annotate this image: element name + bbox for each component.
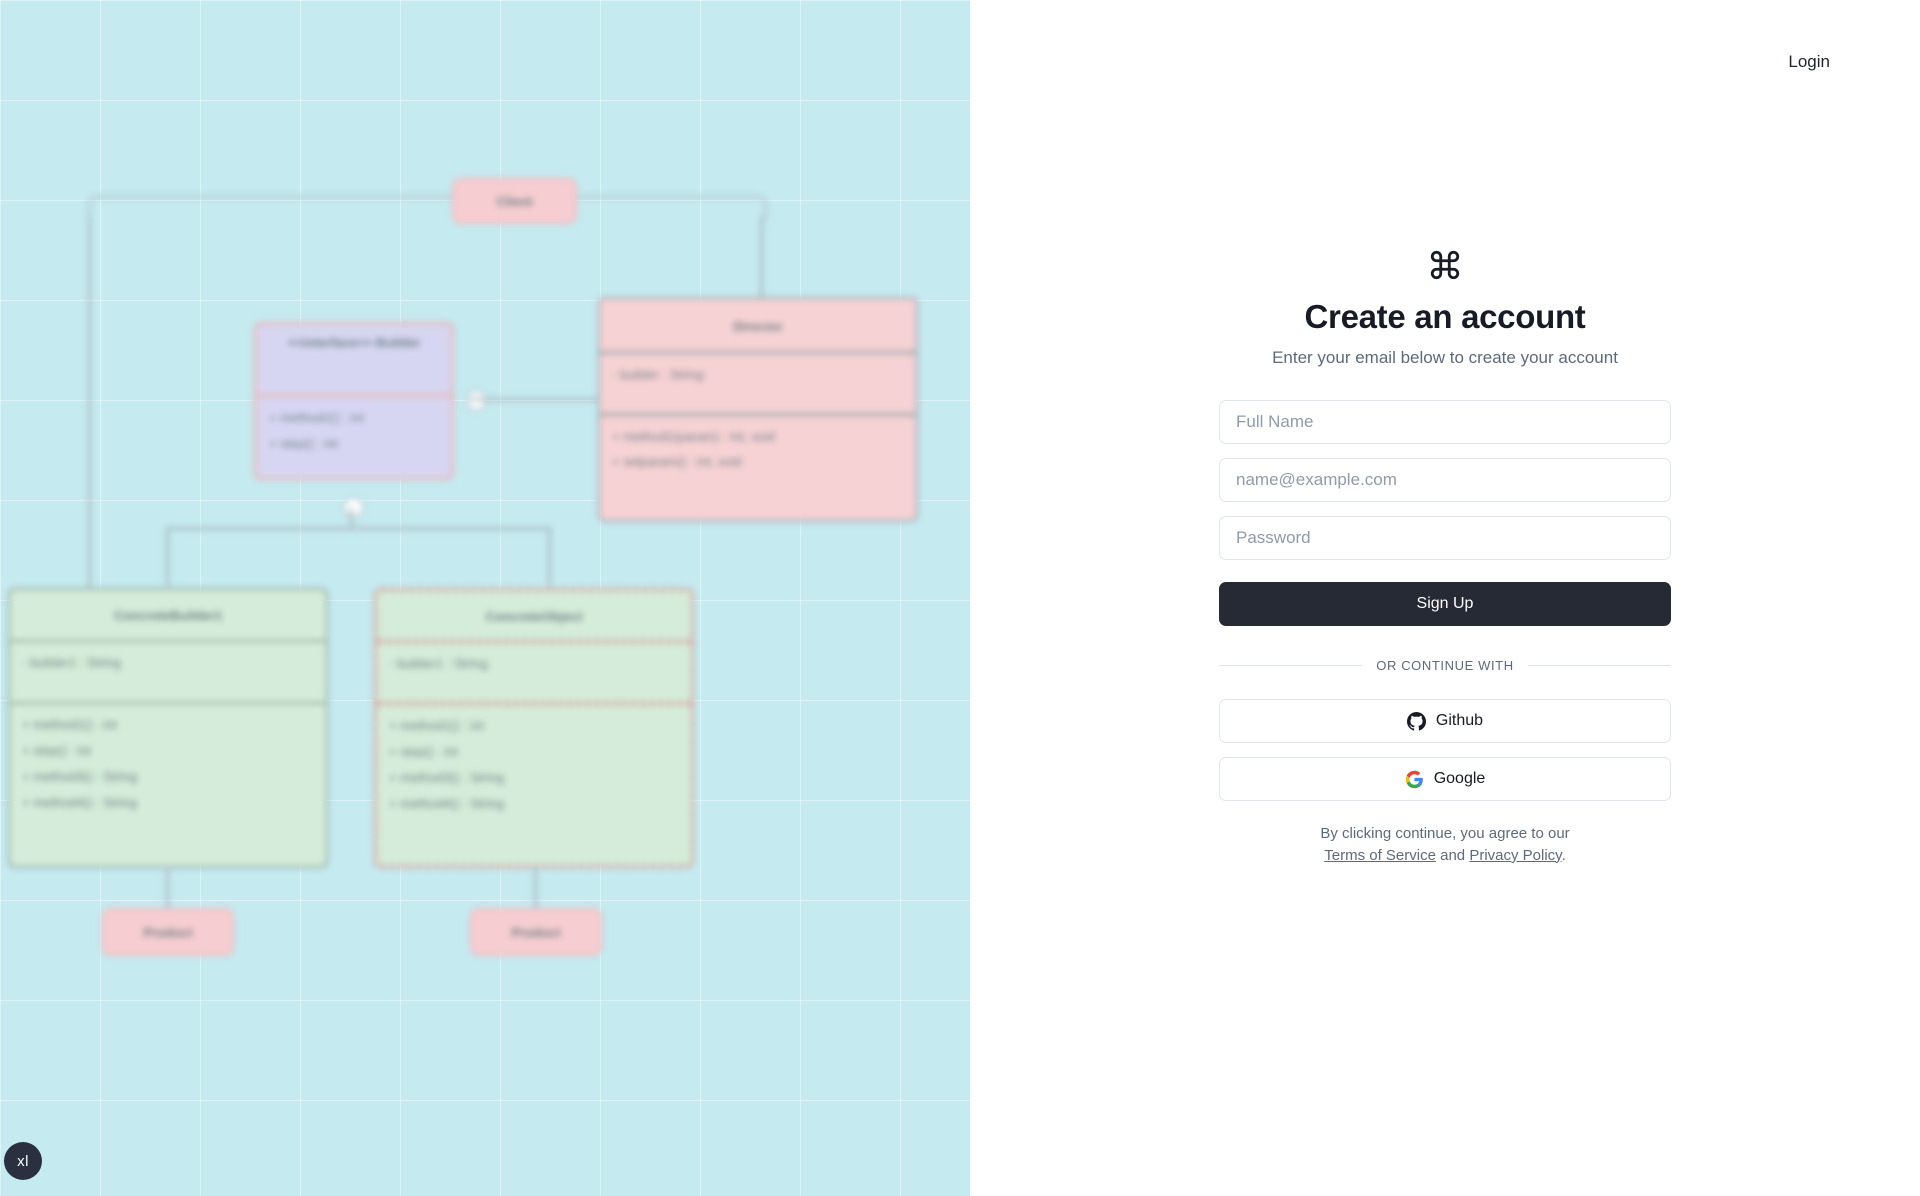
marker-builder-children [343,497,364,518]
connector-builder-bus-right [548,527,551,587]
breakpoint-size-badge: xl [4,1142,42,1180]
connector-client-left [88,196,767,220]
node-concrete-builder-methods: + method1() : int + step() : int + method3… [22,717,138,810]
divider-line-right [1527,665,1671,666]
page-root: Client Director - builder : String + met… [0,0,1920,1196]
node-concrete-builder-title: ConcreteBuilder1 [10,590,326,642]
connector-builder-bus [166,527,551,530]
node-concrete-object-title: ConcreteObject [377,591,691,643]
sign-up-button[interactable]: Sign Up [1219,582,1671,626]
command-icon [1430,250,1460,280]
legal-prefix: By clicking continue, you agree to our [1320,825,1570,842]
node-builder-methods: + method1() : int + step() : int [269,410,365,451]
node-product-1[interactable]: Product [102,908,234,956]
connector-object-product [534,866,537,908]
connector-builder-director [470,398,600,401]
email-input[interactable] [1219,458,1671,502]
page-subtitle: Enter your email below to create your ac… [1272,348,1618,367]
node-client[interactable]: Client [452,178,577,224]
google-login-button[interactable]: Google [1219,757,1671,801]
uml-class-diagram[interactable]: Client Director - builder : String + met… [0,0,970,1196]
fullname-input[interactable] [1219,400,1671,444]
auth-panel: Login Create an account Enter your email… [970,0,1920,1196]
node-concrete-builder[interactable]: ConcreteBuilder1 - builder1 : String + m… [8,588,328,868]
divider-label: OR CONTINUE WITH [1376,658,1514,673]
node-director-methods: + method1(param) : int, void + setparam()… [612,429,775,470]
node-director-title: Director [600,299,916,354]
node-client-label: Client [496,193,533,209]
connector-client-right-down [760,216,763,306]
connector-builder-product [166,866,169,908]
login-link[interactable]: Login [1788,52,1830,72]
node-concrete-object-methods: + method1() : int + step() : int + method3… [389,718,505,811]
node-concrete-object[interactable]: ConcreteObject - builder1 : String + met… [374,588,694,868]
connector-client-left-down [88,216,91,606]
legal-text: By clicking continue, you agree to our T… [1219,823,1671,867]
node-product-1-label: Product [143,924,193,940]
divider-line-left [1219,665,1363,666]
google-icon [1405,770,1423,788]
page-title: Create an account [1304,298,1586,335]
node-builder-title: <<interface>> Builder [257,325,451,397]
legal-conjunction: and [1440,846,1466,864]
terms-of-service-link[interactable]: Terms of Service [1324,847,1436,864]
privacy-policy-link[interactable]: Privacy Policy [1469,847,1561,864]
connector-builder-bus-left [166,527,169,587]
node-product-2[interactable]: Product [470,908,602,956]
node-product-2-label: Product [511,924,561,940]
github-login-label: Github [1435,712,1484,729]
node-builder-interface[interactable]: <<interface>> Builder + method1() : int +… [254,322,454,480]
diagram-canvas-panel[interactable]: Client Director - builder : String + met… [0,0,970,1196]
node-director-fields: - builder : String [600,354,916,416]
github-icon [1406,711,1426,731]
node-director[interactable]: Director - builder : String + method1(pa… [598,297,918,522]
github-login-button[interactable]: Github [1219,699,1671,743]
divider: OR CONTINUE WITH [1219,658,1671,673]
node-concrete-object-fields: - builder1 : String [377,643,691,705]
signup-form: Create an account Enter your email below… [1219,248,1671,867]
password-input[interactable] [1219,516,1671,560]
google-login-label: Google [1433,770,1486,787]
legal-suffix: . [1561,846,1566,864]
node-concrete-builder-fields: - builder1 : String [10,642,326,704]
connector-builder-down [350,508,353,528]
